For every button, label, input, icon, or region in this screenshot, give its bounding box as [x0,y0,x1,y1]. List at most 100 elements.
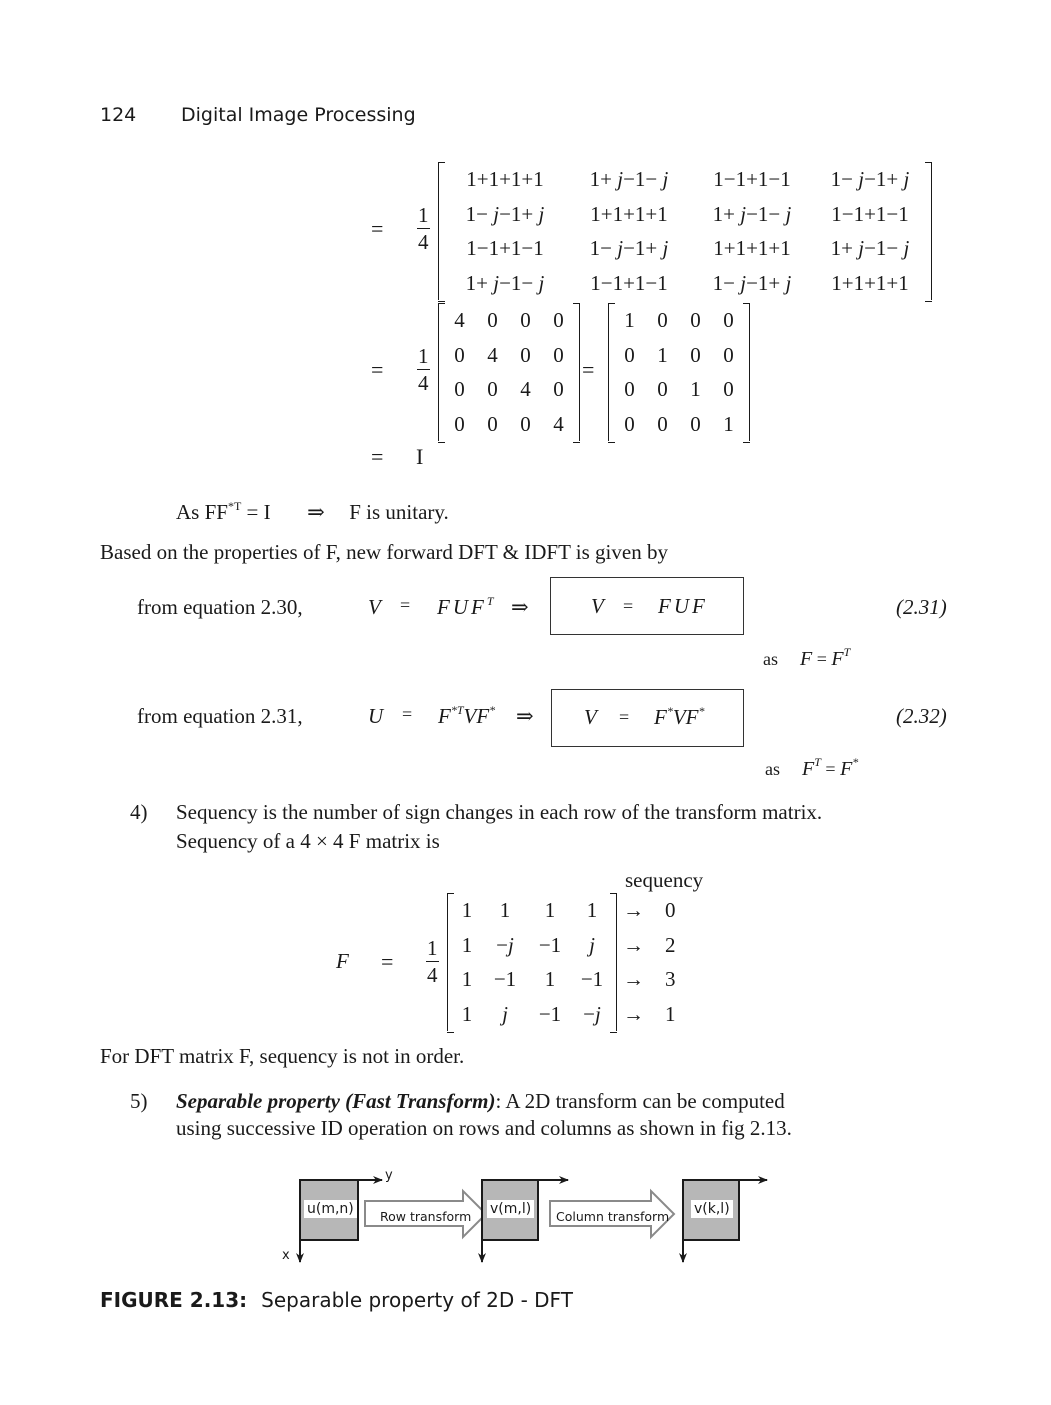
fraction-one-quarter: 1 4 [417,205,430,253]
matrix-cell: 1− j−1+ j [465,201,545,226]
note-lhs: F [800,648,813,670]
eq232-note: as FT = F* [765,755,858,781]
sequency-row: → 2 [623,928,676,963]
matrix-cell: 0 [657,411,668,436]
item5-after-title: : A 2D transform can be computed [495,1089,785,1113]
matrix-cell: 0 [487,308,498,332]
sequency-value: 2 [665,932,676,957]
boxed-rhs: F*VF* [654,705,704,730]
matrix-cell: 0 [520,308,531,332]
item5-title: Separable property (Fast Transform) [176,1089,496,1113]
unitary-lhs: As FF [176,500,228,524]
matrix-cell: 0 [690,342,701,367]
matrix-cell: −1 [538,932,562,957]
identity-symbol: I [416,444,424,469]
fraction-denominator: 4 [427,963,438,987]
unitary-statement: As FF*T = I ⇒ F is unitary. [176,500,449,525]
right-arrow-icon: → [623,932,644,957]
matrix-cell: 0 [723,308,734,332]
note-equals: = [825,759,836,779]
matrix-cell: 0 [454,411,465,436]
fraction-numerator: 1 [426,936,439,962]
eq231-prefix: from equation 2.30, [137,595,303,619]
right-arrow-icon: → [623,898,644,922]
matrix-cell: 1 [461,967,473,991]
matrix-cell: 0 [657,308,668,332]
matrix-cell: 1 [461,932,473,957]
matrix-cell: 1 [657,342,668,367]
matrix-cell: 1+ j−1− j [712,201,792,226]
matrix-cell: 1− j−1+ j [830,167,910,191]
sequency-column-header: sequency [625,868,704,892]
implies-icon: ⇒ [516,704,534,728]
matrix-cell: 4 [487,342,498,367]
item4-line1: Sequency is the number of sign changes i… [176,800,823,824]
box-label-u-mn: u(m,n) [304,1200,357,1218]
note-as: as [765,759,780,779]
note-rhs: F [840,758,853,780]
matrix-cell: j [589,932,595,957]
matrix-cell: 1−1+1−1 [831,201,909,226]
expanded-product-matrix: 1+1+1+1 1+ j−1− j 1−1+1−1 1− j−1+ j 1− j−1+ … [438,162,932,302]
matrix-cell: 1+ j−1− j [830,236,910,260]
eq232-lhs: U [368,704,384,728]
matrix-cell: −j [583,1001,601,1026]
item5-number: 5) [130,1089,148,1113]
matrix-cell: 0 [487,377,498,401]
fraction-one-quarter: 1 4 [426,938,439,986]
boxed-equals: = [619,707,630,727]
row-transform-label: Row transform [380,1209,472,1224]
sequency-row: → 3 [623,962,676,997]
matrix-cell: 1+1+1+1 [466,167,544,191]
matrix-cell: 1 [586,898,598,922]
equals-sign: = [371,357,384,382]
unitary-rest: = I [241,500,271,524]
identity-matrix: 1000010000100001 [608,303,750,443]
boxed-equation-231: V = FUF [550,577,744,635]
matrix-cell: −1 [493,967,517,991]
item4-number: 4) [130,800,148,824]
conjugate-sup: * [698,704,705,718]
boxed-lhs: V [584,705,597,729]
sequency-row: → 0 [623,893,676,928]
caption-label: FIGURE 2.13: [100,1288,248,1312]
matrix-cell: 0 [624,411,635,436]
note-equals: = [816,649,827,669]
matrix-cell: 1−1+1−1 [466,236,544,260]
matrix-cell: 4 [553,411,564,436]
boxed-equals: = [623,596,634,616]
eq232-rhs-vf: VF [463,704,490,728]
figure-caption: FIGURE 2.13: Separable property of 2D - D… [100,1288,573,1312]
boxed-rhs: FUF [658,594,708,618]
implies-icon: ⇒ [511,595,529,619]
eq232-equals: = [402,704,413,724]
eq231-note: as F = FT [763,646,850,671]
eq231-lhs: V [368,595,381,619]
matrix-cell: 0 [553,308,564,332]
fraction-one-quarter: 1 4 [417,346,430,394]
sequency-list: → 0 → 2 → 3 → 1 [623,893,676,1031]
eq232-rhs: F*TVF* [438,704,495,729]
matrix-cell: 0 [657,377,668,401]
sequency-lhs-f: F [336,949,349,973]
matrix-cell: 0 [520,342,531,367]
transpose-sup: T [814,755,821,769]
boxed-equation-232: V = F*VF* [551,689,744,747]
matrix-cell: 1 [461,898,473,922]
conjugate-transpose-sup: *T [227,499,242,513]
equals-sign: = [371,444,384,469]
matrix-cell: 1 [499,898,511,922]
matrix-cell: 1+ j−1− j [465,270,545,295]
y-axis-label: y [385,1168,393,1183]
eq231-rhs: FUFT [437,595,497,620]
paragraph-forward-dft: Based on the properties of F, new forwar… [100,540,668,564]
matrix-cell: 0 [690,308,701,332]
box-label-v-ml: v(m,l) [487,1200,535,1218]
conjugate-transpose-sup: *T [450,703,464,717]
sequency-value: 1 [665,1001,676,1026]
right-arrow-icon: → [623,967,644,991]
conjugate-sup: * [489,703,496,717]
item5-line1: Separable property (Fast Transform): A 2… [176,1089,785,1114]
matrix-cell: 0 [723,342,734,367]
matrix-cell: 0 [487,411,498,436]
